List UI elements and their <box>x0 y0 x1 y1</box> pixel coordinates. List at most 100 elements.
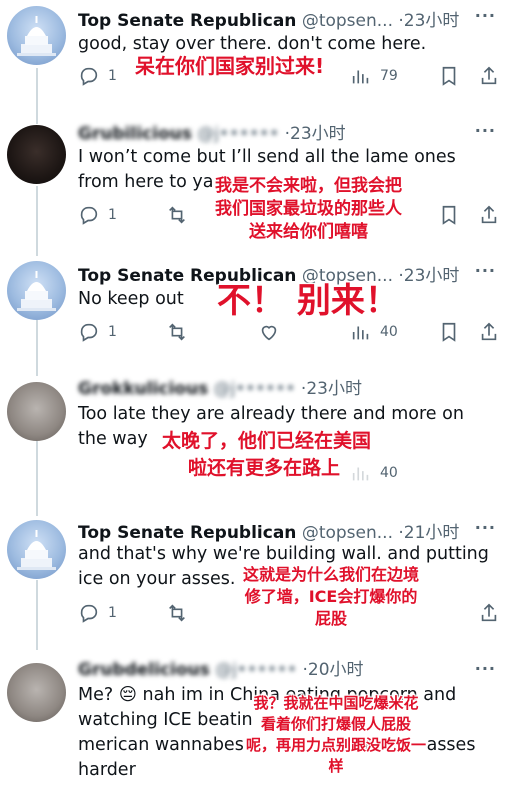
timestamp[interactable]: 20小时 <box>308 660 364 680</box>
capitol-icon <box>17 530 56 570</box>
caption-line: 这就是为什么我们在边境 <box>243 565 420 584</box>
display-name[interactable]: Top Senate Republican <box>78 11 296 31</box>
timestamp[interactable]: 21小时 <box>404 523 460 543</box>
caption-overlay: 我是不会来啦，但我会把 我们国家最垃圾的那些人 送来给你们嘻嘻 <box>215 175 402 244</box>
tweet-text-line: No keep out <box>78 289 184 309</box>
capitol-icon <box>17 271 56 311</box>
capitol-icon <box>17 16 56 56</box>
views-button[interactable]: 79 <box>350 65 398 87</box>
caption-overlay: 这就是为什么我们在边境 修了墙，ICE会打爆你的 屁股 <box>243 564 419 630</box>
display-name[interactable]: Grokkulicious <box>78 379 208 399</box>
timestamp[interactable]: 23小时 <box>404 266 460 286</box>
views-count: 40 <box>380 465 398 481</box>
caption-overlay: 呆在你们国家别过来! <box>135 50 324 79</box>
share-icon <box>481 205 497 224</box>
tweet[interactable]: Grubdelicious @j•••••• ·20小时 ··· Me? 😔 n… <box>0 653 510 796</box>
display-name[interactable]: Top Senate Republican <box>78 523 296 543</box>
views-icon <box>352 326 369 340</box>
caption-line: 看着你们打爆假人屁股 <box>261 715 412 733</box>
caption-line: 不！ 别来！ <box>217 281 399 321</box>
avatar[interactable] <box>7 6 66 65</box>
views-count: 79 <box>380 68 398 84</box>
repost-icon <box>169 604 185 622</box>
repost-button[interactable] <box>166 602 188 624</box>
user-handle[interactable]: @j•••••• <box>197 124 279 144</box>
caption-line: 送来给你们嘻嘻 <box>249 222 368 242</box>
reply-count: 1 <box>108 68 117 84</box>
reply-count: 1 <box>108 324 117 340</box>
repost-icon <box>169 206 185 224</box>
more-options-icon[interactable]: ··· <box>475 659 496 678</box>
reply-icon <box>80 67 98 86</box>
user-handle[interactable]: @j•••••• <box>214 379 296 399</box>
heart-icon <box>261 325 277 341</box>
action-bar: 1 40 <box>78 321 498 345</box>
tweet[interactable]: Grokkulicious @j•••••• ·23小时 Too late th… <box>0 372 510 497</box>
views-icon <box>352 70 369 84</box>
share-button[interactable] <box>478 204 500 226</box>
bookmark-icon <box>442 322 456 342</box>
reply-icon <box>80 604 98 623</box>
share-button[interactable] <box>478 65 500 87</box>
reply-button[interactable]: 1 <box>78 65 117 87</box>
reply-count: 1 <box>108 207 117 223</box>
tweet[interactable]: Top Senate Republican @topsen... ·23小时 ·… <box>0 255 510 365</box>
views-count: 40 <box>380 324 398 340</box>
avatar[interactable] <box>7 382 66 441</box>
timestamp[interactable]: 23小时 <box>290 124 346 144</box>
caption-overlay: 不！ 别来！ <box>217 281 399 321</box>
views-button[interactable]: 40 <box>350 321 398 343</box>
bookmark-icon <box>442 205 456 225</box>
reply-icon <box>80 323 98 342</box>
caption-overlay: 我？我就在中国吃爆米花 看着你们打爆假人屁股 呢，再用力点别跟没吃饭一 样 <box>246 693 426 777</box>
avatar[interactable] <box>7 261 66 320</box>
caption-line: 呆在你们国家别过来! <box>135 54 325 78</box>
avatar[interactable] <box>7 520 66 579</box>
avatar[interactable] <box>7 663 66 722</box>
tweet-text-line: I won’t come but I’ll send all the lame … <box>78 147 456 167</box>
timestamp[interactable]: 23小时 <box>306 379 362 399</box>
share-button[interactable] <box>478 321 500 343</box>
repost-button[interactable] <box>166 321 188 343</box>
caption-line: 太晚了，他们已经在美国 <box>162 430 372 452</box>
share-icon <box>481 66 497 85</box>
caption-line: 样 <box>328 757 344 775</box>
caption-line: 屁股 <box>315 609 348 628</box>
bookmark-button[interactable] <box>438 65 460 87</box>
user-handle[interactable]: @topsen... <box>302 11 393 31</box>
more-options-icon[interactable]: ··· <box>475 6 496 25</box>
share-icon <box>481 322 497 341</box>
tweet[interactable]: Top Senate Republican @topsen... ·23小时 ·… <box>0 0 510 110</box>
bookmark-button[interactable] <box>438 204 460 226</box>
more-options-icon[interactable]: ··· <box>475 261 496 280</box>
bookmark-icon <box>442 66 456 86</box>
display-name[interactable]: Grubilicious <box>78 124 192 144</box>
reply-button[interactable]: 1 <box>78 204 117 226</box>
bookmark-button[interactable] <box>438 321 460 343</box>
caption-line: 我们国家最垃圾的那些人 <box>215 199 402 219</box>
caption-line: 我是不会来啦，但我会把 <box>215 176 402 196</box>
user-handle[interactable]: @topsen... <box>302 523 393 543</box>
reply-button[interactable]: 1 <box>78 602 117 624</box>
tweet[interactable]: Grubilicious @j•••••• ·23小时 ··· I won’t … <box>0 115 510 250</box>
tweet[interactable]: Top Senate Republican @topsen... ·21小时 ·… <box>0 512 510 647</box>
like-button[interactable] <box>258 321 280 343</box>
reply-button[interactable]: 1 <box>78 321 117 343</box>
caption-line: 我？我就在中国吃爆米花 <box>253 694 419 712</box>
reply-icon <box>80 206 98 225</box>
tweet-text: No keep out <box>78 287 184 312</box>
more-options-icon[interactable]: ··· <box>475 518 496 537</box>
share-icon <box>481 603 497 622</box>
caption-line: 修了墙，ICE会打爆你的 <box>244 587 418 606</box>
repost-icon <box>169 323 185 341</box>
user-handle[interactable]: @j•••••• <box>215 660 297 680</box>
avatar[interactable] <box>7 125 66 184</box>
more-options-icon[interactable]: ··· <box>475 121 496 140</box>
tweet-text-line: Too late they are already there and more… <box>78 404 464 424</box>
share-button[interactable] <box>478 602 500 624</box>
display-name[interactable]: Grubdelicious <box>78 660 210 680</box>
repost-button[interactable] <box>166 204 188 226</box>
caption-overlay: 太晚了，他们已经在美国 啦还有更多在路上 <box>158 428 376 482</box>
timestamp[interactable]: 23小时 <box>404 11 460 31</box>
caption-line: 呢，再用力点别跟没吃饭一 <box>246 736 427 754</box>
